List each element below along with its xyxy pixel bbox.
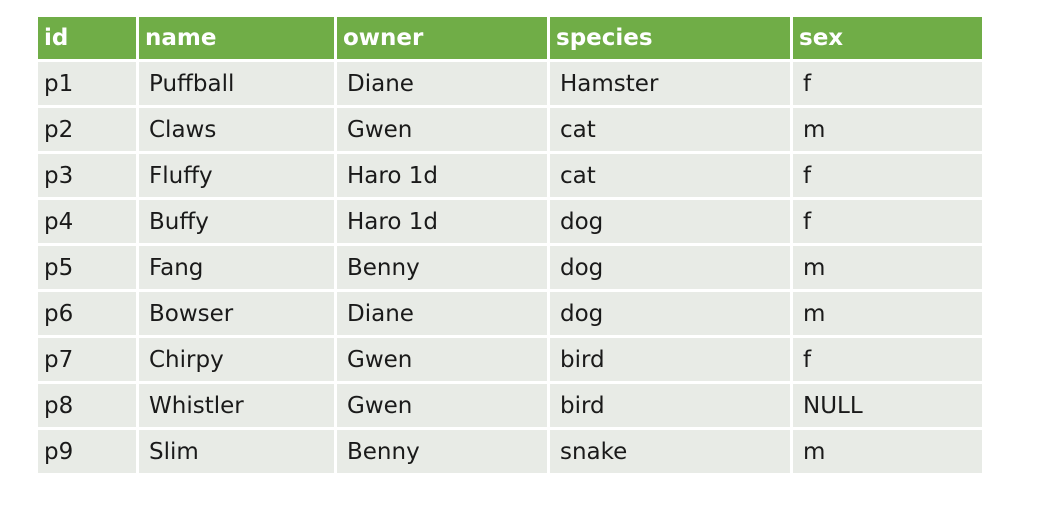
cell-species: dog (550, 200, 790, 243)
column-header-owner: owner (337, 17, 547, 59)
column-header-sex: sex (793, 17, 982, 59)
cell-owner: Haro 1d (337, 154, 547, 197)
table-row: p2 Claws Gwen cat m (38, 108, 982, 151)
cell-id: p9 (38, 430, 136, 473)
cell-species: bird (550, 338, 790, 381)
table-row: p4 Buffy Haro 1d dog f (38, 200, 982, 243)
cell-owner: Gwen (337, 384, 547, 427)
column-header-name: name (139, 17, 334, 59)
cell-name: Puffball (139, 62, 334, 105)
cell-species: bird (550, 384, 790, 427)
cell-sex: m (793, 108, 982, 151)
cell-id: p4 (38, 200, 136, 243)
cell-species: snake (550, 430, 790, 473)
cell-species: cat (550, 108, 790, 151)
table-body: p1 Puffball Diane Hamster f p2 Claws Gwe… (38, 62, 982, 473)
header-row: id name owner species sex (38, 17, 982, 59)
cell-name: Chirpy (139, 338, 334, 381)
cell-id: p8 (38, 384, 136, 427)
cell-id: p5 (38, 246, 136, 289)
table-row: p9 Slim Benny snake m (38, 430, 982, 473)
column-header-species: species (550, 17, 790, 59)
cell-name: Bowser (139, 292, 334, 335)
cell-owner: Gwen (337, 338, 547, 381)
cell-id: p1 (38, 62, 136, 105)
table-row: p5 Fang Benny dog m (38, 246, 982, 289)
table-row: p6 Bowser Diane dog m (38, 292, 982, 335)
cell-name: Slim (139, 430, 334, 473)
cell-name: Claws (139, 108, 334, 151)
cell-name: Buffy (139, 200, 334, 243)
cell-id: p7 (38, 338, 136, 381)
cell-sex: m (793, 246, 982, 289)
cell-sex: m (793, 292, 982, 335)
cell-species: dog (550, 292, 790, 335)
table-row: p3 Fluffy Haro 1d cat f (38, 154, 982, 197)
cell-owner: Diane (337, 62, 547, 105)
cell-name: Whistler (139, 384, 334, 427)
cell-id: p3 (38, 154, 136, 197)
cell-sex: f (793, 200, 982, 243)
pets-table-container: id name owner species sex p1 Puffball Di… (38, 17, 988, 473)
cell-sex: m (793, 430, 982, 473)
cell-owner: Diane (337, 292, 547, 335)
table-row: p1 Puffball Diane Hamster f (38, 62, 982, 105)
cell-species: dog (550, 246, 790, 289)
cell-name: Fluffy (139, 154, 334, 197)
table-row: p8 Whistler Gwen bird NULL (38, 384, 982, 427)
cell-id: p2 (38, 108, 136, 151)
cell-species: Hamster (550, 62, 790, 105)
table-row: p7 Chirpy Gwen bird f (38, 338, 982, 381)
cell-owner: Haro 1d (337, 200, 547, 243)
cell-name: Fang (139, 246, 334, 289)
pets-table: id name owner species sex p1 Puffball Di… (35, 14, 985, 476)
cell-sex: f (793, 62, 982, 105)
cell-sex: f (793, 154, 982, 197)
cell-sex: f (793, 338, 982, 381)
cell-id: p6 (38, 292, 136, 335)
table-header: id name owner species sex (38, 17, 982, 59)
cell-owner: Benny (337, 246, 547, 289)
cell-owner: Gwen (337, 108, 547, 151)
cell-owner: Benny (337, 430, 547, 473)
cell-species: cat (550, 154, 790, 197)
column-header-id: id (38, 17, 136, 59)
cell-sex: NULL (793, 384, 982, 427)
